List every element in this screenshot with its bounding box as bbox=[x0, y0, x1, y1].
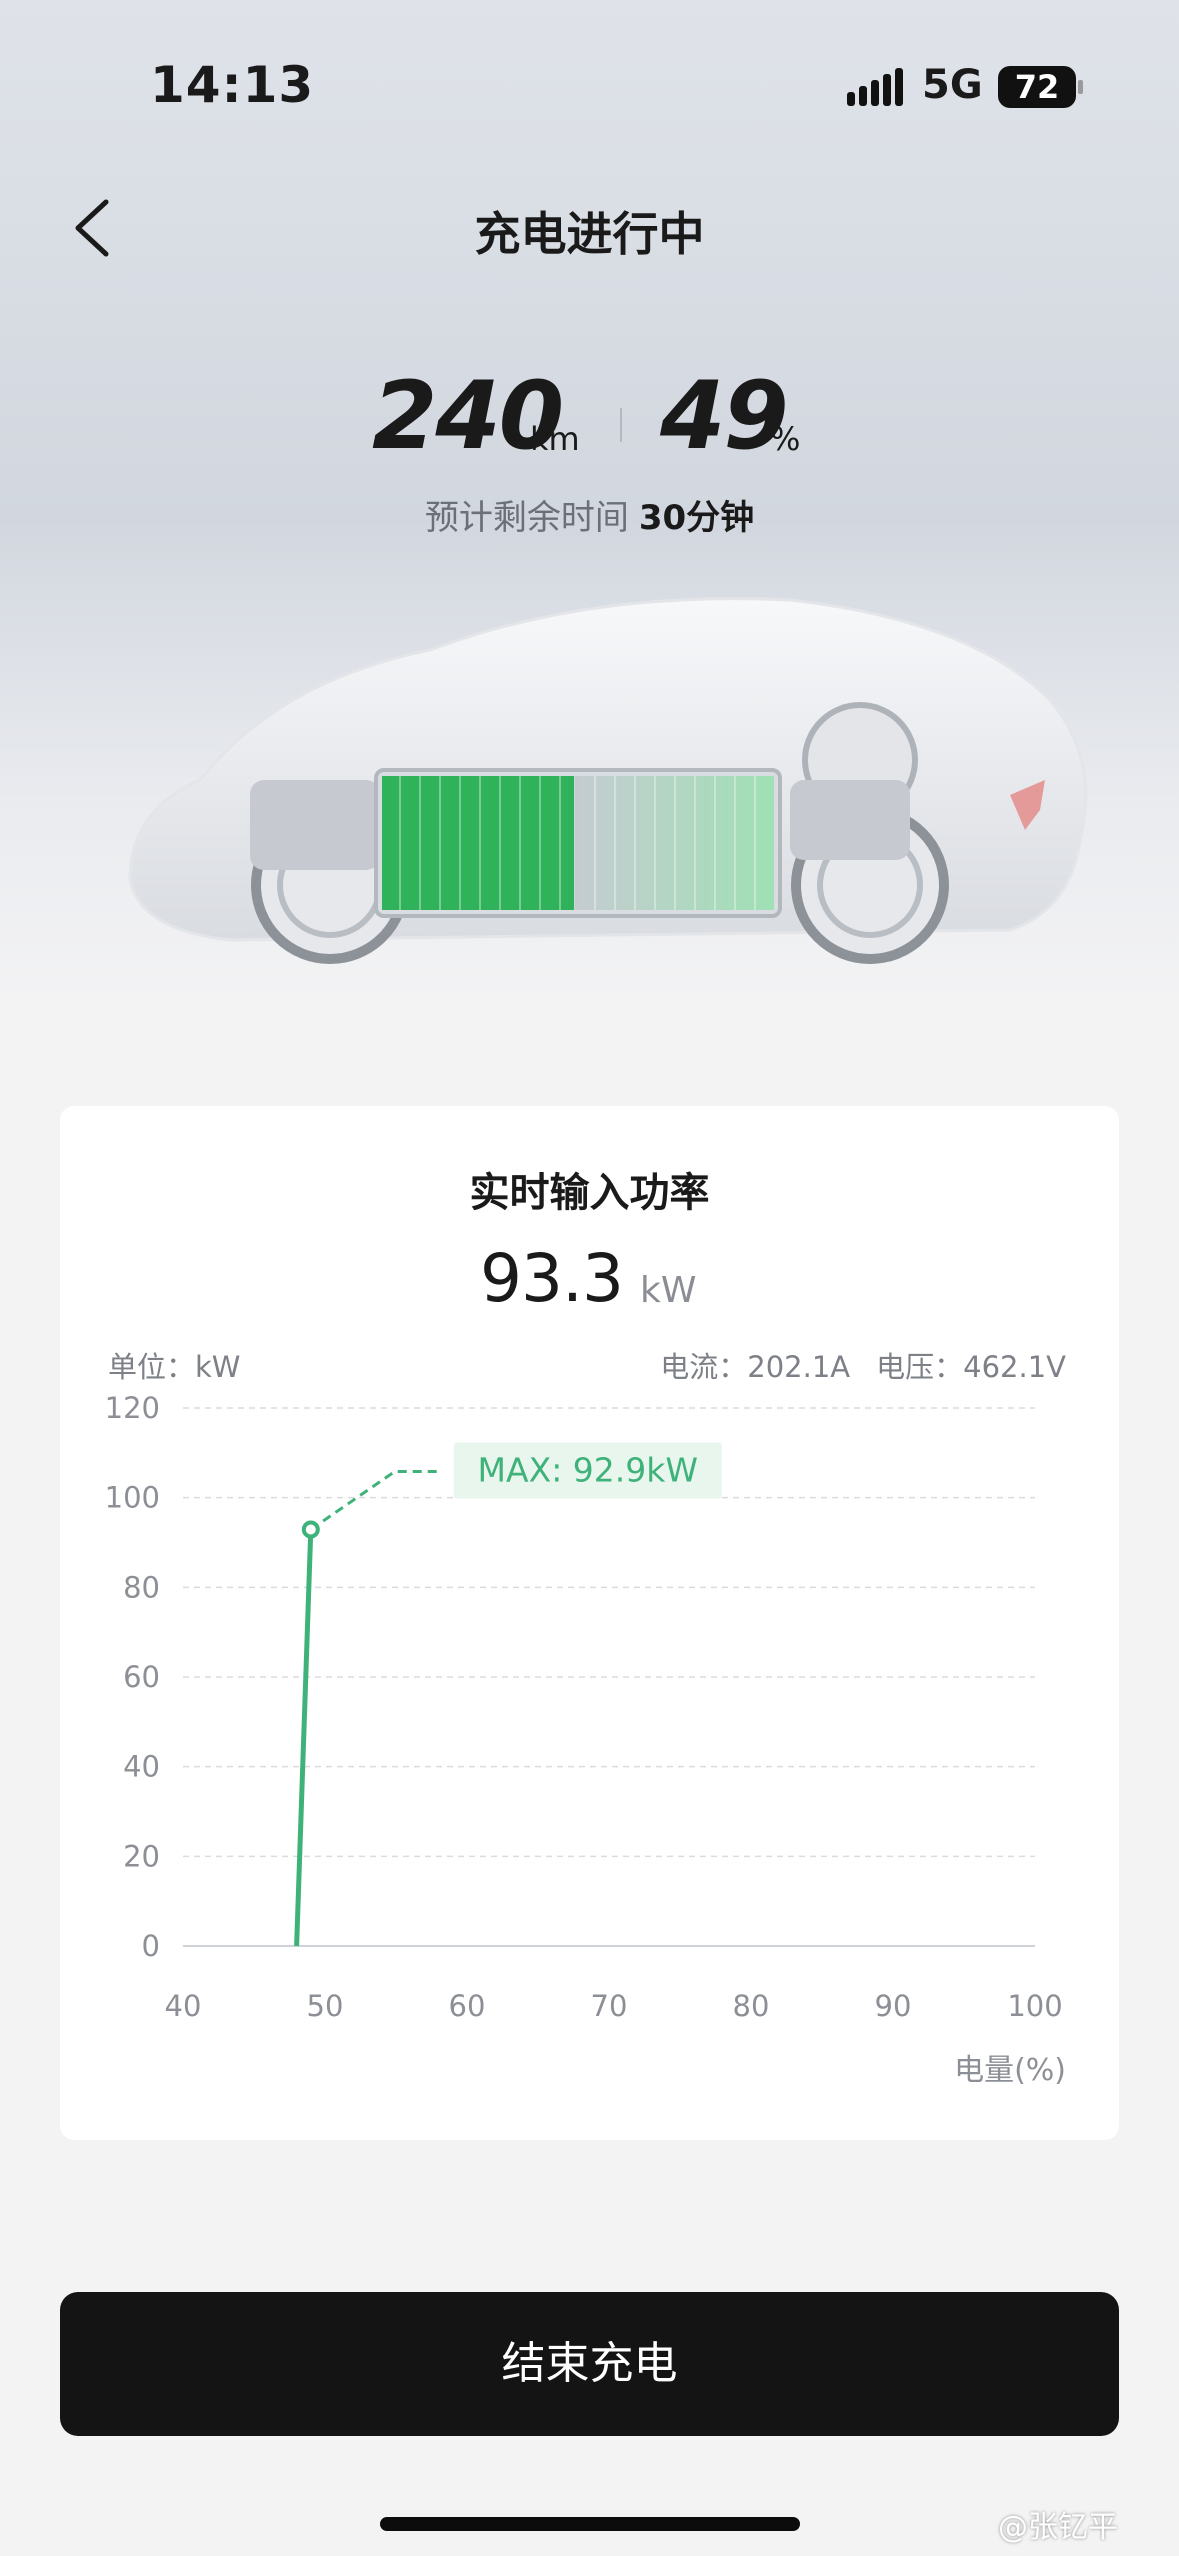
watermark: @张钇平 bbox=[998, 2510, 1118, 2545]
x-tick-label: 50 bbox=[307, 1989, 344, 2023]
page-title: 充电进行中 bbox=[474, 207, 705, 261]
y-tick-label: 120 bbox=[105, 1391, 160, 1425]
x-tick-label: 60 bbox=[449, 1989, 486, 2023]
current-readout: 电流：202.1A bbox=[660, 1350, 851, 1384]
x-tick-label: 90 bbox=[875, 1989, 912, 2023]
battery-icon: 72 bbox=[998, 66, 1076, 108]
status-time: 14:13 bbox=[150, 56, 315, 114]
x-tick-label: 100 bbox=[1007, 1989, 1062, 2023]
battery-nub bbox=[1078, 80, 1083, 94]
max-leader-line bbox=[309, 1469, 441, 1531]
network-type: 5G bbox=[922, 62, 983, 108]
battery-percent-unit: % bbox=[770, 420, 801, 458]
power-unit: kW bbox=[640, 1270, 697, 1311]
car-battery-illustration bbox=[128, 597, 1088, 964]
end-charging-button[interactable]: 结束充电 bbox=[60, 2292, 1119, 2436]
x-tick-label: 70 bbox=[591, 1989, 628, 2023]
power-chart: 12010080604020040 50 60 70 80 90 100电量(%)MAX: … bbox=[105, 1391, 1066, 2088]
remaining-time-value: 30分钟 bbox=[638, 498, 755, 538]
battery-percent-value: 49 bbox=[660, 362, 789, 471]
series-line bbox=[294, 1529, 314, 1947]
y-tick-label: 100 bbox=[105, 1481, 160, 1515]
battery-fill bbox=[382, 776, 575, 910]
x-tick-label: 40 bbox=[165, 1989, 202, 2023]
x-tick-label: 80 bbox=[733, 1989, 770, 2023]
max-annotation-label: MAX: 92.9kW bbox=[478, 1450, 698, 1489]
voltage-readout: 电压：462.1V bbox=[876, 1350, 1066, 1384]
y-tick-label: 20 bbox=[123, 1839, 160, 1873]
y-tick-label: 0 bbox=[142, 1929, 160, 1963]
max-point-marker bbox=[301, 1520, 320, 1539]
signal-icon bbox=[847, 68, 903, 106]
home-indicator[interactable] bbox=[380, 2517, 800, 2531]
stat-divider bbox=[620, 408, 622, 442]
remaining-time-label: 预计剩余时间 bbox=[424, 498, 629, 538]
y-tick-label: 40 bbox=[123, 1750, 160, 1784]
range-unit: km bbox=[530, 420, 580, 458]
x-axis-label: 电量(%) bbox=[954, 2053, 1066, 2088]
power-value: 93.3 bbox=[480, 1240, 624, 1317]
power-card-title: 实时输入功率 bbox=[469, 1170, 710, 1216]
y-tick-label: 80 bbox=[123, 1570, 160, 1604]
y-tick-label: 60 bbox=[123, 1660, 160, 1694]
remaining-time: 预计剩余时间 30分钟 bbox=[0, 490, 1179, 539]
